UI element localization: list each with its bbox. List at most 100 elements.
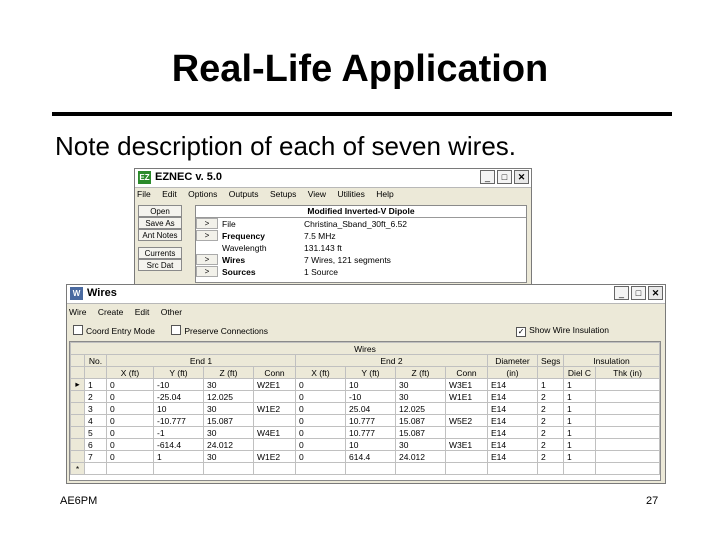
- wire-cell-segs[interactable]: 2: [537, 414, 564, 427]
- wire-cell-c1[interactable]: W4E1: [253, 426, 296, 439]
- minimize-icon[interactable]: _: [480, 170, 495, 184]
- wire-cell-z2[interactable]: 15.087: [395, 426, 446, 439]
- wire-cell-x1[interactable]: 0: [106, 450, 154, 463]
- wire-cell-segs[interactable]: 2: [537, 390, 564, 403]
- row-selector[interactable]: [70, 438, 85, 451]
- checked-checkbox-icon[interactable]: ✓: [516, 327, 527, 337]
- wire-row[interactable]: 3 0 10 30 W1E2 0 25.04 12.025 E14 2 1: [70, 402, 660, 415]
- wire-cell-segs[interactable]: 2: [537, 402, 564, 415]
- wire-cell-z1[interactable]: 15.087: [203, 414, 254, 427]
- empty-cell[interactable]: [203, 462, 254, 475]
- wire-cell-x2[interactable]: 0: [295, 450, 346, 463]
- checkbox-icon[interactable]: [73, 325, 83, 335]
- wire-cell-c1[interactable]: [253, 414, 296, 427]
- wire-row[interactable]: 6 0 -614.4 24.012 0 10 30 W3E1 E14 2 1: [70, 438, 660, 451]
- coord-entry-option[interactable]: Coord Entry Mode: [73, 325, 155, 336]
- empty-cell[interactable]: [487, 462, 538, 475]
- wire-cell-no[interactable]: 2: [84, 390, 107, 403]
- maximize-icon[interactable]: □: [497, 170, 512, 184]
- wire-row[interactable]: ▸ 1 0 -10 30 W2E1 0 10 30 W3E1 E14 1 1: [70, 378, 660, 391]
- wire-cell-x2[interactable]: 0: [295, 438, 346, 451]
- wire-cell-segs[interactable]: 2: [537, 426, 564, 439]
- new-row-star-icon[interactable]: *: [70, 462, 85, 475]
- menu-view[interactable]: View: [308, 189, 326, 199]
- wire-cell-x2[interactable]: 0: [295, 378, 346, 391]
- wire-cell-y1[interactable]: -10.777: [153, 414, 204, 427]
- menu-create[interactable]: Create: [98, 307, 124, 317]
- wire-cell-dia[interactable]: E14: [487, 378, 538, 391]
- wire-cell-dia[interactable]: E14: [487, 438, 538, 451]
- empty-cell[interactable]: [253, 462, 296, 475]
- wire-cell-y2[interactable]: -10: [345, 390, 396, 403]
- close-icon[interactable]: ✕: [514, 170, 529, 184]
- wire-cell-no[interactable]: 1: [84, 378, 107, 391]
- wire-row[interactable]: 4 0 -10.777 15.087 0 10.777 15.087 W5E2 E14 2 1: [70, 414, 660, 427]
- wire-cell-x1[interactable]: 0: [106, 390, 154, 403]
- wire-cell-diel[interactable]: 1: [563, 378, 596, 391]
- wire-cell-z2[interactable]: 30: [395, 438, 446, 451]
- wire-cell-thk[interactable]: [595, 402, 660, 415]
- wire-cell-y2[interactable]: 10.777: [345, 414, 396, 427]
- wire-cell-c2[interactable]: W3E1: [445, 438, 488, 451]
- wire-cell-x1[interactable]: 0: [106, 402, 154, 415]
- row-selector[interactable]: [70, 414, 85, 427]
- wire-cell-diel[interactable]: 1: [563, 450, 596, 463]
- menu-edit[interactable]: Edit: [162, 189, 177, 199]
- wire-cell-c2[interactable]: [445, 426, 488, 439]
- wire-cell-dia[interactable]: E14: [487, 402, 538, 415]
- menu-other[interactable]: Other: [161, 307, 182, 317]
- wire-cell-c1[interactable]: W1E2: [253, 450, 296, 463]
- currents-button[interactable]: Currents: [138, 247, 182, 259]
- wire-cell-y1[interactable]: -25.04: [153, 390, 204, 403]
- wire-cell-thk[interactable]: [595, 426, 660, 439]
- empty-cell[interactable]: [106, 462, 154, 475]
- new-wire-row[interactable]: *: [70, 462, 660, 475]
- row-arrow-button[interactable]: >: [196, 218, 218, 229]
- wire-cell-dia[interactable]: E14: [487, 414, 538, 427]
- wire-cell-c2[interactable]: W5E2: [445, 414, 488, 427]
- empty-cell[interactable]: [84, 462, 107, 475]
- menu-utilities[interactable]: Utilities: [337, 189, 364, 199]
- wire-cell-thk[interactable]: [595, 450, 660, 463]
- wire-cell-z2[interactable]: 30: [395, 390, 446, 403]
- wire-cell-x2[interactable]: 0: [295, 414, 346, 427]
- empty-cell[interactable]: [537, 462, 564, 475]
- empty-cell[interactable]: [445, 462, 488, 475]
- wire-cell-y1[interactable]: -1: [153, 426, 204, 439]
- open-button[interactable]: Open: [138, 205, 182, 217]
- wire-cell-y2[interactable]: 10: [345, 438, 396, 451]
- wire-cell-c2[interactable]: [445, 402, 488, 415]
- row-selector[interactable]: [70, 426, 85, 439]
- show-insulation-option[interactable]: ✓ Show Wire Insulation: [516, 325, 609, 337]
- ant-notes-button[interactable]: Ant Notes: [138, 229, 182, 241]
- wire-cell-thk[interactable]: [595, 390, 660, 403]
- row-selector-arrow-icon[interactable]: ▸: [70, 378, 85, 391]
- menu-edit[interactable]: Edit: [135, 307, 150, 317]
- summary-row[interactable]: > Sources 1 Source: [196, 266, 526, 278]
- wire-cell-z2[interactable]: 12.025: [395, 402, 446, 415]
- wire-cell-no[interactable]: 4: [84, 414, 107, 427]
- wire-cell-c2[interactable]: W3E1: [445, 378, 488, 391]
- wire-cell-thk[interactable]: [595, 378, 660, 391]
- wire-cell-dia[interactable]: E14: [487, 426, 538, 439]
- wire-cell-x1[interactable]: 0: [106, 378, 154, 391]
- row-selector[interactable]: [70, 390, 85, 403]
- wire-cell-z1[interactable]: 30: [203, 378, 254, 391]
- checkbox-icon[interactable]: [171, 325, 182, 335]
- wire-cell-y2[interactable]: 10: [345, 378, 396, 391]
- wire-cell-c1[interactable]: [253, 390, 296, 403]
- wire-cell-z2[interactable]: 24.012: [395, 450, 446, 463]
- wire-cell-diel[interactable]: 1: [563, 426, 596, 439]
- wire-cell-diel[interactable]: 1: [563, 438, 596, 451]
- wire-cell-x2[interactable]: 0: [295, 390, 346, 403]
- row-arrow-button[interactable]: >: [196, 266, 218, 277]
- save-as-button[interactable]: Save As: [138, 217, 182, 229]
- wire-row[interactable]: 2 0 -25.04 12.025 0 -10 30 W1E1 E14 2 1: [70, 390, 660, 403]
- wire-cell-c2[interactable]: W1E1: [445, 390, 488, 403]
- wire-cell-diel[interactable]: 1: [563, 414, 596, 427]
- wire-cell-no[interactable]: 5: [84, 426, 107, 439]
- wire-cell-c1[interactable]: W1E2: [253, 402, 296, 415]
- menu-help[interactable]: Help: [376, 189, 393, 199]
- wire-cell-z1[interactable]: 24.012: [203, 438, 254, 451]
- menu-setups[interactable]: Setups: [270, 189, 296, 199]
